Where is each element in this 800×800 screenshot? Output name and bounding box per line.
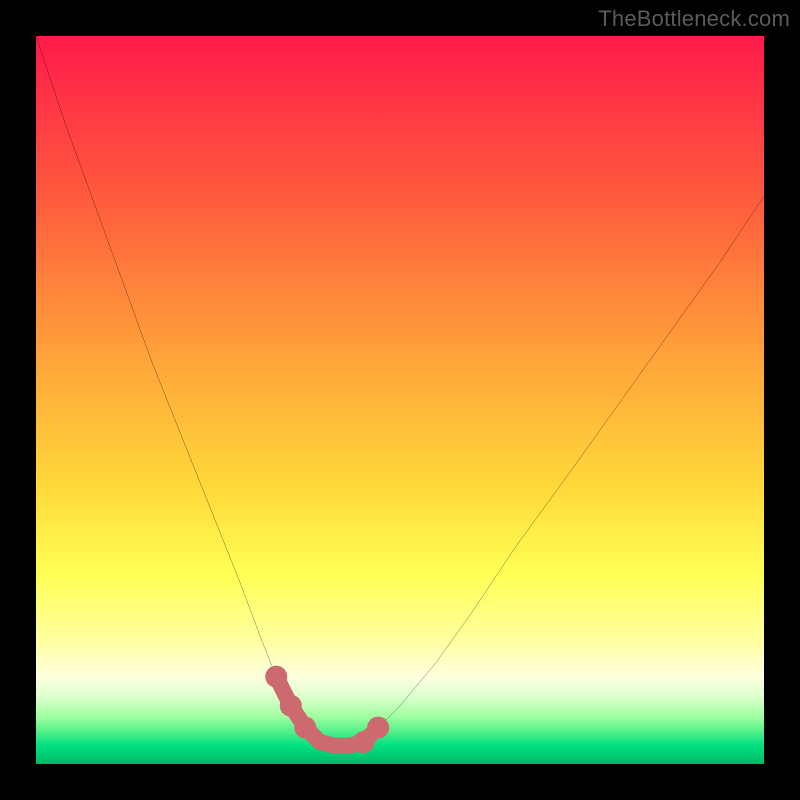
chart-svg [36, 36, 764, 764]
minimum-highlight-dot [280, 695, 302, 717]
minimum-highlight-dot [367, 717, 389, 739]
bottleneck-curve-line [36, 36, 764, 746]
minimum-highlight-dot [265, 666, 287, 688]
minimum-highlight [265, 666, 389, 754]
minimum-highlight-dot [294, 717, 316, 739]
outer-frame: TheBottleneck.com [0, 0, 800, 800]
watermark-text: TheBottleneck.com [598, 6, 790, 32]
plot-area [36, 36, 764, 764]
